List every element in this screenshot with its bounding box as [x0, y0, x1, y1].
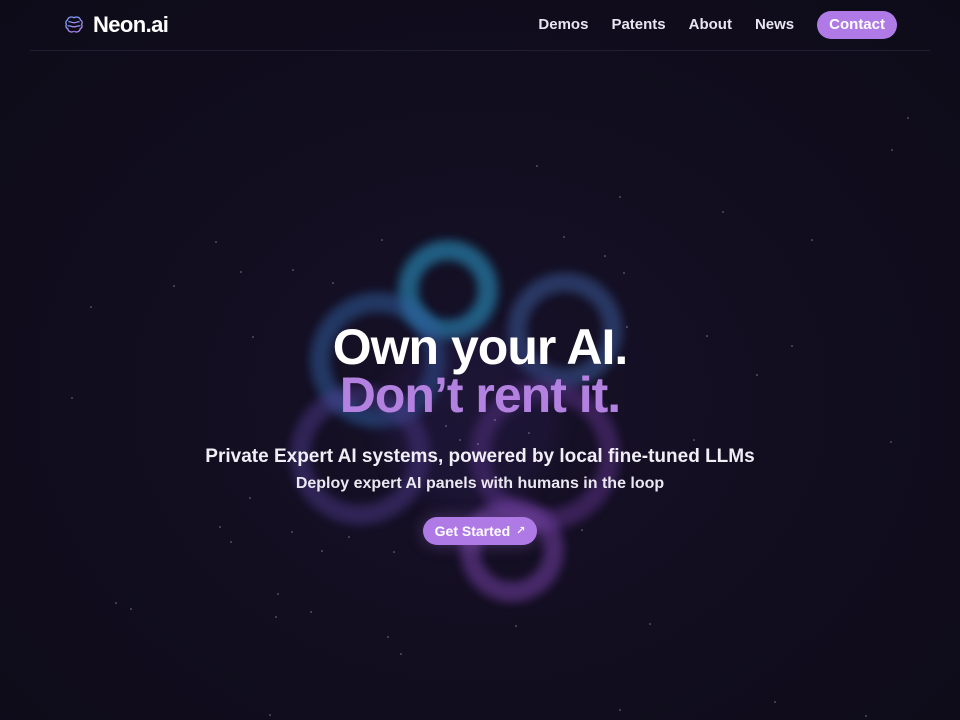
get-started-button[interactable]: Get Started ↗: [422, 517, 538, 545]
main-nav: Demos Patents About News Contact: [538, 11, 897, 39]
page: Neon.ai Demos Patents About News Contact…: [0, 0, 960, 720]
brand-logo-link[interactable]: Neon.ai: [63, 12, 169, 38]
nav-link-demos[interactable]: Demos: [538, 11, 588, 39]
nav-link-about[interactable]: About: [689, 11, 732, 39]
headline-line-1: Own your AI.: [332, 319, 629, 375]
site-header: Neon.ai Demos Patents About News Contact: [30, 0, 930, 51]
nav-link-patents[interactable]: Patents: [611, 11, 665, 39]
arrow-up-right-icon: ↗: [516, 524, 526, 537]
brain-icon: [65, 16, 83, 33]
get-started-label: Get Started: [434, 523, 511, 539]
contact-button[interactable]: Contact: [817, 11, 897, 39]
hero-subtagline: Deploy expert AI panels with humans in t…: [295, 475, 665, 492]
headline-line-2: Don’t rent it.: [339, 367, 621, 423]
hero-tagline: Private Expert AI systems, powered by lo…: [205, 446, 755, 467]
brand-name: Neon.ai: [93, 12, 169, 37]
hero-section: Own your AI. Don’t rent it. Private Expe…: [0, 322, 960, 545]
nav-link-news[interactable]: News: [755, 11, 794, 39]
